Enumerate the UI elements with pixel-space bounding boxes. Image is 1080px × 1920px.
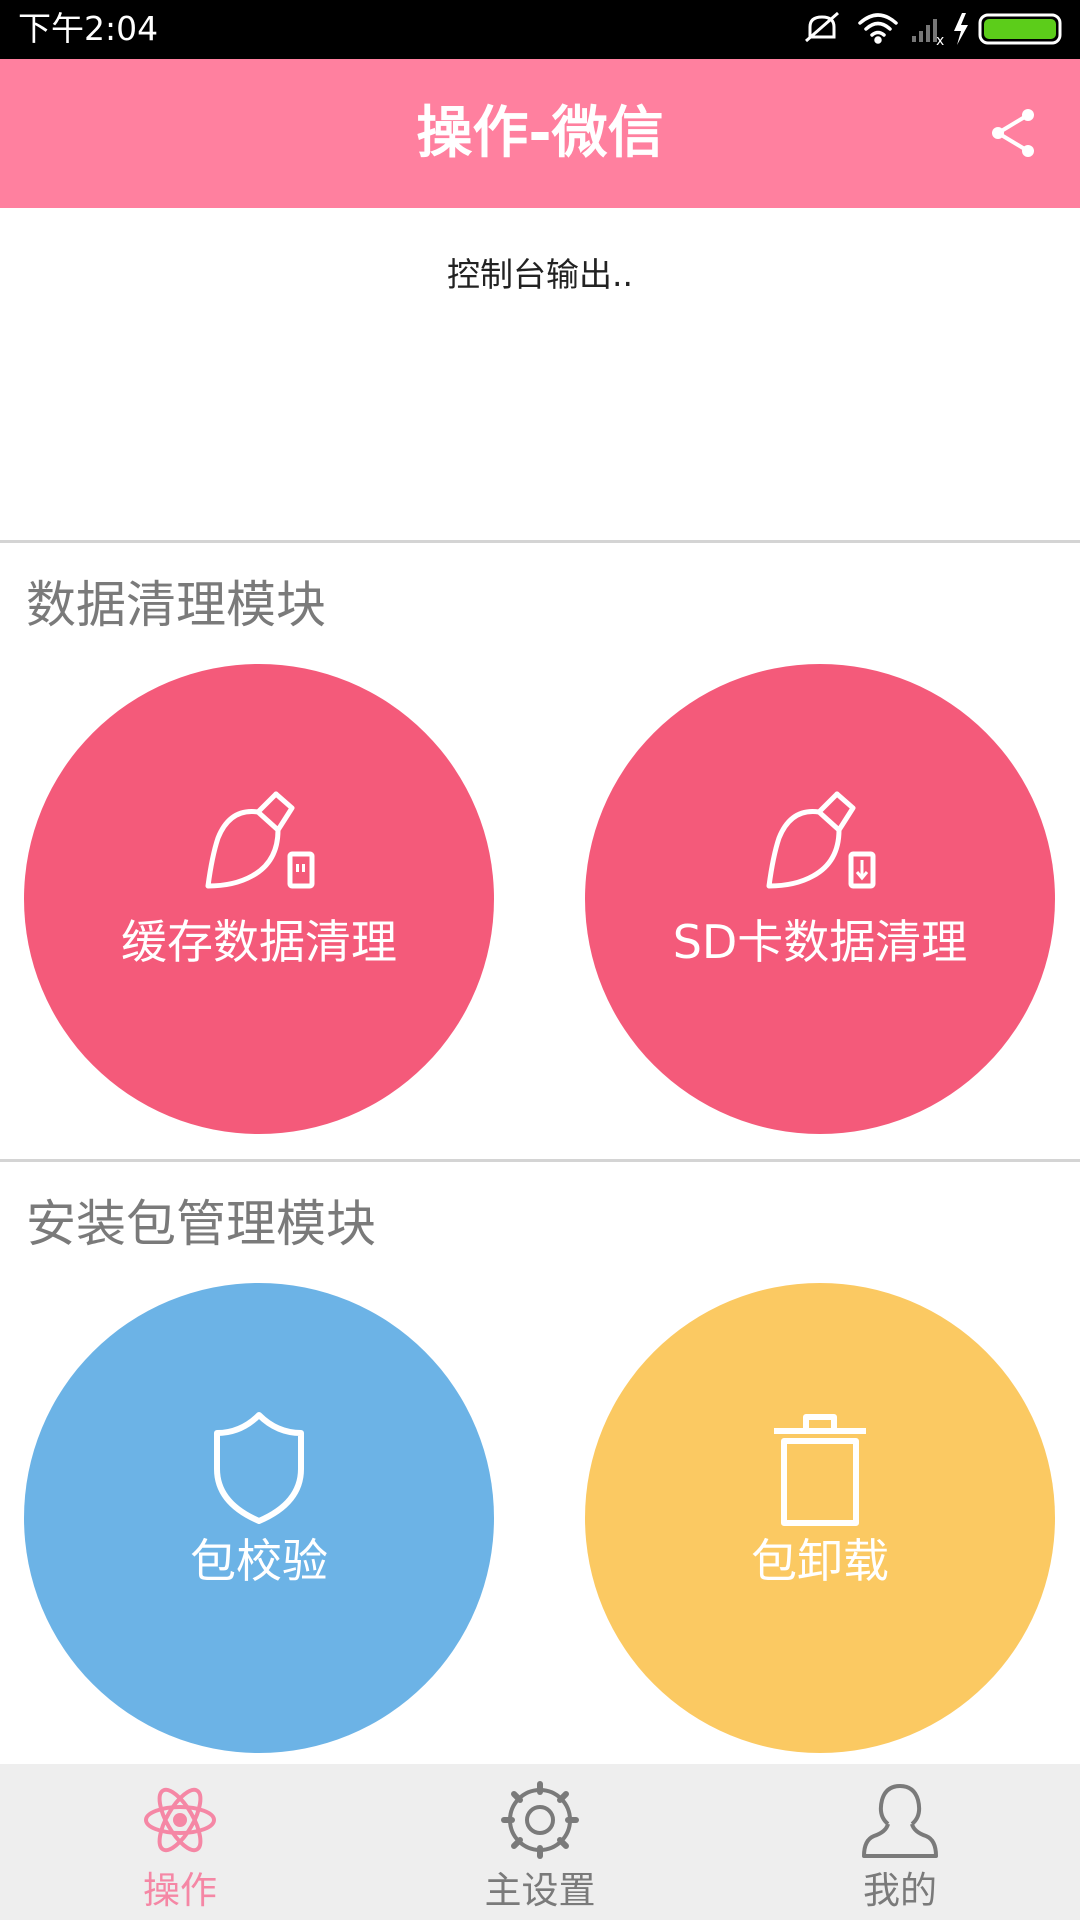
- share-icon[interactable]: [984, 103, 1044, 163]
- sd-cleanup-button[interactable]: SD卡数据清理: [585, 664, 1055, 1134]
- sd-cleanup-label: SD卡数据清理: [672, 915, 968, 969]
- tab-operation[interactable]: 操作: [0, 1764, 360, 1920]
- bottom-tab-bar: 操作 主设置 我的: [0, 1764, 1080, 1920]
- cache-cleanup-button[interactable]: 缓存数据清理: [24, 664, 494, 1134]
- package-verify-label: 包校验: [190, 1534, 328, 1588]
- divider: [0, 540, 1080, 543]
- cache-cleanup-label: 缓存数据清理: [121, 915, 397, 969]
- section-title-package-management: 安装包管理模块: [26, 1195, 376, 1253]
- console-output-text: 控制台输出..: [447, 255, 633, 294]
- status-bar: 下午2:04 x: [0, 0, 1080, 59]
- tab-main-settings[interactable]: 主设置: [360, 1764, 720, 1920]
- wifi-icon: [858, 13, 898, 44]
- mute-icon: [805, 11, 839, 43]
- page-title: 操作-微信: [416, 101, 664, 166]
- status-time: 下午2:04: [18, 9, 159, 48]
- svg-text:x: x: [936, 33, 944, 49]
- section-title-data-cleanup: 数据清理模块: [26, 576, 326, 634]
- tab-mine[interactable]: 我的: [720, 1764, 1080, 1920]
- trash-icon: [774, 1414, 866, 1526]
- console-output-area: 控制台输出..: [0, 208, 1080, 540]
- tab-mine-label: 我的: [863, 1869, 937, 1912]
- brush-sd-icon: [766, 791, 876, 889]
- tab-operation-label: 操作: [143, 1869, 217, 1912]
- charging-icon: [954, 13, 968, 45]
- package-uninstall-button[interactable]: 包卸载: [585, 1283, 1055, 1753]
- user-icon: [862, 1784, 938, 1858]
- brush-icon: [205, 791, 315, 889]
- battery-icon: [978, 13, 1062, 45]
- divider: [0, 1159, 1080, 1162]
- tab-main-settings-label: 主设置: [484, 1869, 596, 1912]
- package-uninstall-label: 包卸载: [751, 1534, 889, 1588]
- atom-icon: [144, 1787, 216, 1853]
- package-verify-button[interactable]: 包校验: [24, 1283, 494, 1753]
- shield-icon: [214, 1412, 304, 1524]
- status-icons: x: [805, 11, 1062, 49]
- gear-icon: [501, 1781, 579, 1859]
- signal-icon: x: [912, 19, 944, 49]
- app-header: 操作-微信: [0, 59, 1080, 208]
